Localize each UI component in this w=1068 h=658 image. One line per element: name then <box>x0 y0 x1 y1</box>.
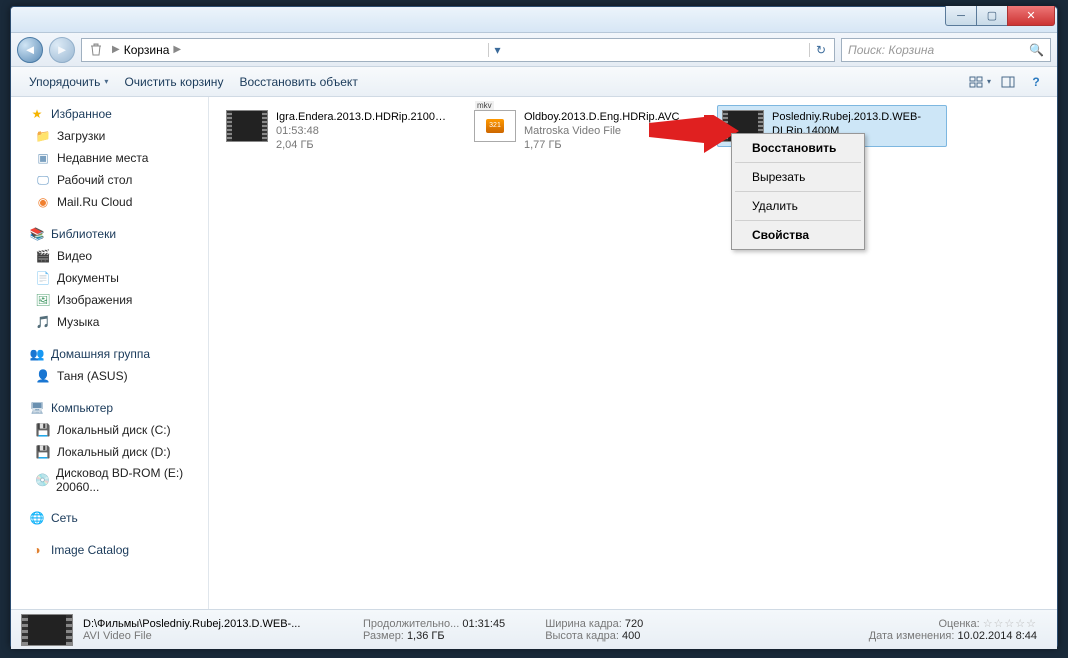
navigation-pane: ★Избранное 📁Загрузки ▣Недавние места 🖵Ра… <box>11 97 209 609</box>
nav-back-button[interactable]: ◄ <box>17 37 43 63</box>
star-icon: ★ <box>29 106 45 122</box>
nav-bar: ◄ ► ▶ Корзина ▶ ▾ ↻ Поиск: Корзина 🔍 <box>11 33 1057 67</box>
sidebar-network-header[interactable]: 🌐Сеть <box>13 507 206 529</box>
view-options-button[interactable] <box>969 71 991 93</box>
context-menu-restore[interactable]: Восстановить <box>734 136 862 160</box>
status-thumbnail-icon <box>21 614 73 646</box>
sidebar-item-desktop[interactable]: 🖵Рабочий стол <box>13 169 206 191</box>
file-name: Igra.Endera.2013.D.HDRip.2100MB <box>276 110 446 124</box>
mkv-file-icon: 321 <box>474 110 516 142</box>
file-list-pane[interactable]: Igra.Endera.2013.D.HDRip.2100MB 01:53:48… <box>209 97 1057 609</box>
user-icon: 👤 <box>35 368 51 384</box>
status-date-modified: 10.02.2014 8:44 <box>957 630 1037 642</box>
window-controls: ─ ▢ ✕ <box>946 6 1055 26</box>
document-icon: 📄 <box>35 270 51 286</box>
status-size: 1,36 ГБ <box>407 630 445 642</box>
drive-icon: 💾 <box>35 422 51 438</box>
sidebar-item-user[interactable]: 👤Таня (ASUS) <box>13 365 206 387</box>
sidebar-computer-header[interactable]: 🖥Компьютер <box>13 397 206 419</box>
status-frame-height: 400 <box>622 630 640 642</box>
sidebar-item-downloads[interactable]: 📁Загрузки <box>13 125 206 147</box>
refresh-button[interactable]: ↻ <box>809 43 832 57</box>
organize-button[interactable]: Упорядочить <box>21 71 116 93</box>
drive-icon: 💾 <box>35 444 51 460</box>
separator <box>735 191 861 192</box>
search-placeholder: Поиск: Корзина <box>848 43 934 57</box>
music-icon: 🎵 <box>35 314 51 330</box>
pictures-icon: 🖼 <box>35 292 51 308</box>
context-menu-properties[interactable]: Свойства <box>734 223 862 247</box>
status-frame-width: 720 <box>625 618 643 630</box>
help-button[interactable]: ? <box>1025 71 1047 93</box>
status-duration: 01:31:45 <box>462 618 505 630</box>
empty-recycle-bin-button[interactable]: Очистить корзину <box>116 71 231 93</box>
sidebar-item-drive-d[interactable]: 💾Локальный диск (D:) <box>13 441 206 463</box>
sidebar-homegroup-header[interactable]: 👥Домашняя группа <box>13 343 206 365</box>
restore-item-button[interactable]: Восстановить объект <box>231 71 365 93</box>
titlebar[interactable]: ─ ▢ ✕ <box>11 7 1057 33</box>
file-meta: Matroska Video File <box>524 124 680 138</box>
folder-icon: 📁 <box>35 128 51 144</box>
catalog-icon: ◑ <box>29 542 45 558</box>
cloud-icon: ◉ <box>35 194 51 210</box>
sidebar-item-bdrom[interactable]: 💿Дисковод BD-ROM (E:) 20060... <box>13 463 206 497</box>
video-icon: 🎬 <box>35 248 51 264</box>
file-item[interactable]: Igra.Endera.2013.D.HDRip.2100MB 01:53:48… <box>221 105 451 157</box>
close-button[interactable]: ✕ <box>1007 6 1055 26</box>
maximize-button[interactable]: ▢ <box>976 6 1008 26</box>
network-icon: 🌐 <box>29 510 45 526</box>
status-file-path: D:\Фильмы\Posledniy.Rubej.2013.D.WEB-... <box>83 618 333 630</box>
sidebar-item-drive-c[interactable]: 💾Локальный диск (C:) <box>13 419 206 441</box>
sidebar-libraries-header[interactable]: 📚Библиотеки <box>13 223 206 245</box>
nav-forward-button[interactable]: ► <box>49 37 75 63</box>
status-rating-stars[interactable]: ☆☆☆☆☆ <box>983 618 1037 630</box>
file-name: Oldboy.2013.D.Eng.HDRip.AVC <box>524 110 680 124</box>
file-meta: 01:53:48 <box>276 124 446 138</box>
disc-icon: 💿 <box>35 472 50 488</box>
status-file-type: AVI Video File <box>83 630 333 642</box>
sidebar-item-pictures[interactable]: 🖼Изображения <box>13 289 206 311</box>
preview-pane-button[interactable] <box>997 71 1019 93</box>
separator <box>735 220 861 221</box>
search-icon: 🔍 <box>1029 43 1044 57</box>
sidebar-item-music[interactable]: 🎵Музыка <box>13 311 206 333</box>
sidebar-item-mailru[interactable]: ◉Mail.Ru Cloud <box>13 191 206 213</box>
computer-icon: 🖥 <box>29 400 45 416</box>
recent-icon: ▣ <box>35 150 51 166</box>
video-thumbnail-icon <box>226 110 268 142</box>
libraries-icon: 📚 <box>29 226 45 242</box>
sidebar-item-recent[interactable]: ▣Недавние места <box>13 147 206 169</box>
details-pane: D:\Фильмы\Posledniy.Rubej.2013.D.WEB-...… <box>11 609 1057 649</box>
body-area: ★Избранное 📁Загрузки ▣Недавние места 🖵Ра… <box>11 97 1057 609</box>
context-menu-delete[interactable]: Удалить <box>734 194 862 218</box>
minimize-button[interactable]: ─ <box>945 6 977 26</box>
search-input[interactable]: Поиск: Корзина 🔍 <box>841 38 1051 62</box>
desktop-icon: 🖵 <box>35 172 51 188</box>
context-menu-cut[interactable]: Вырезать <box>734 165 862 189</box>
separator <box>735 162 861 163</box>
file-meta: 1,77 ГБ <box>524 138 680 152</box>
command-bar: Упорядочить Очистить корзину Восстановит… <box>11 67 1057 97</box>
context-menu: Восстановить Вырезать Удалить Свойства <box>731 133 865 250</box>
sidebar-favorites-header[interactable]: ★Избранное <box>13 103 206 125</box>
history-dropdown-button[interactable]: ▾ <box>488 43 507 57</box>
sidebar-imagecatalog-header[interactable]: ◑Image Catalog <box>13 539 206 561</box>
chevron-right-icon: ▶ <box>108 44 124 55</box>
file-meta: 2,04 ГБ <box>276 138 446 152</box>
address-bar[interactable]: ▶ Корзина ▶ ▾ ↻ <box>81 38 835 62</box>
sidebar-item-videos[interactable]: 🎬Видео <box>13 245 206 267</box>
sidebar-item-documents[interactable]: 📄Документы <box>13 267 206 289</box>
homegroup-icon: 👥 <box>29 346 45 362</box>
explorer-window: ─ ▢ ✕ ◄ ► ▶ Корзина ▶ ▾ ↻ Поиск: Корзина… <box>10 6 1058 648</box>
file-item[interactable]: 321 Oldboy.2013.D.Eng.HDRip.AVC Matroska… <box>469 105 699 157</box>
chevron-right-icon: ▶ <box>169 44 185 55</box>
breadcrumb-location[interactable]: Корзина <box>124 43 170 57</box>
recycle-bin-icon <box>88 42 104 58</box>
